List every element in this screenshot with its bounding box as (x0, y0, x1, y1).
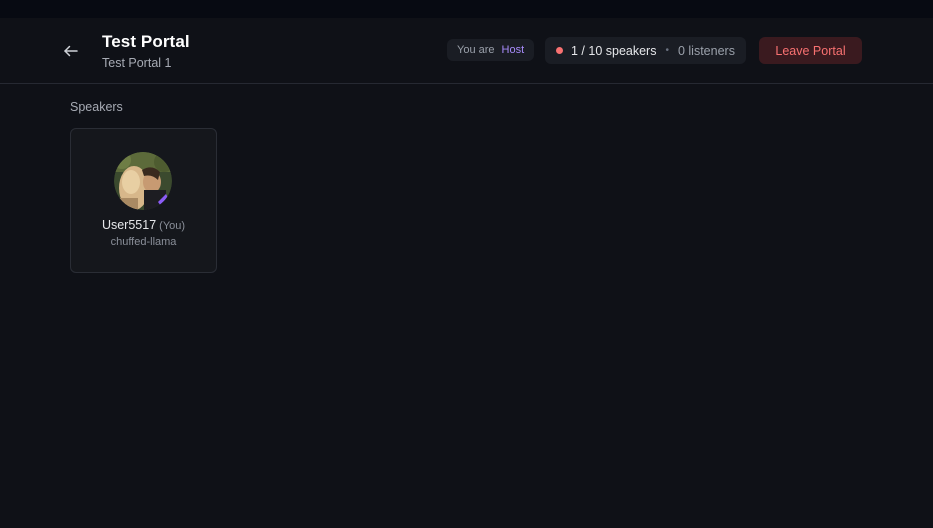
back-button[interactable] (58, 38, 84, 64)
listener-count: 0 listeners (677, 43, 735, 58)
speakers-section-label: Speakers (70, 100, 123, 114)
role-badge: You are Host (447, 39, 535, 61)
window-top-strip (0, 0, 933, 18)
page-subtitle: Test Portal 1 (102, 56, 172, 70)
participant-count-badge: 1 / 10 speakers • 0 listeners (545, 37, 746, 64)
user-photo-avatar (114, 152, 172, 210)
speaker-handle: chuffed-llama (110, 236, 177, 248)
role-value: Host (501, 44, 525, 56)
count-separator: • (665, 45, 669, 56)
leave-portal-button[interactable]: Leave Portal (759, 37, 862, 64)
portal-header: Test Portal Test Portal 1 You are Host 1… (0, 18, 933, 84)
page-title: Test Portal (102, 32, 190, 51)
speaker-card[interactable]: User5517 (You) chuffed-llama (70, 128, 217, 273)
speaker-name-line: User5517 (You) (71, 218, 216, 232)
arrow-left-icon (64, 45, 78, 57)
speaker-count: 1 / 10 speakers (571, 43, 657, 58)
speaker-name: User5517 (101, 218, 157, 232)
role-prefix: You are (457, 44, 495, 56)
avatar-image (114, 152, 172, 210)
live-dot-icon (556, 47, 563, 54)
self-tag: (You) (159, 220, 186, 232)
